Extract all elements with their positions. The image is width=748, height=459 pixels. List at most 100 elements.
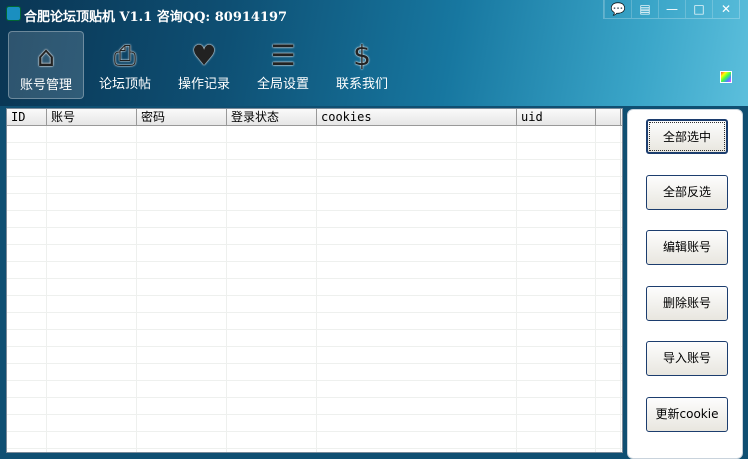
column-header[interactable]: uid <box>517 109 596 125</box>
table-cell <box>47 177 137 193</box>
nav-item-1[interactable]: ⎙ 论坛顶帖 <box>87 31 163 99</box>
table-cell <box>596 194 621 210</box>
nav-item-3[interactable]: ☰ 全局设置 <box>245 31 321 99</box>
table-cell <box>137 228 227 244</box>
table-cell <box>7 143 47 159</box>
table-cell <box>317 381 517 397</box>
menu-icon[interactable]: ▤ <box>631 0 658 18</box>
nav-label: 账号管理 <box>19 78 72 93</box>
table-cell <box>317 415 517 431</box>
close-button[interactable]: ✕ <box>712 0 739 18</box>
table-cell <box>7 347 47 363</box>
table-cell <box>227 160 317 176</box>
table-cell <box>137 160 227 176</box>
table-cell <box>47 279 137 295</box>
table-cell <box>7 398 47 414</box>
maximize-button[interactable]: □ <box>685 0 712 18</box>
table-cell <box>596 126 621 142</box>
table-cell <box>317 126 517 142</box>
feedback-icon[interactable]: 💬 <box>604 0 631 18</box>
table-cell <box>7 313 47 329</box>
table-row <box>7 143 622 160</box>
table-cell <box>7 126 47 142</box>
table-cell <box>137 296 227 312</box>
table-cell <box>517 143 596 159</box>
table-cell <box>227 211 317 227</box>
table-row <box>7 194 622 211</box>
table-cell <box>7 432 47 448</box>
nav-item-4[interactable]: $ 联系我们 <box>324 31 400 99</box>
action-button-5[interactable]: 更新cookie <box>646 396 728 432</box>
table-cell <box>227 194 317 210</box>
app-icon <box>6 6 21 21</box>
table-cell <box>7 245 47 261</box>
table-row <box>7 177 622 194</box>
column-header[interactable]: 登录状态 <box>227 109 317 125</box>
table-cell <box>317 160 517 176</box>
table-cell <box>317 143 517 159</box>
table-cell <box>596 330 621 346</box>
table-row <box>7 126 622 143</box>
nav-item-2[interactable]: ♥ 操作记录 <box>166 31 242 99</box>
table-cell <box>596 262 621 278</box>
action-button-4[interactable]: 导入账号 <box>646 341 728 376</box>
table-cell <box>317 313 517 329</box>
table-cell <box>517 449 596 452</box>
table-cell <box>137 330 227 346</box>
table-cell <box>137 347 227 363</box>
table-row <box>7 330 622 347</box>
table-cell <box>596 296 621 312</box>
table-row <box>7 296 622 313</box>
table-cell <box>517 398 596 414</box>
table-cell <box>517 432 596 448</box>
table-cell <box>317 211 517 227</box>
table-cell <box>137 245 227 261</box>
table-cell <box>47 126 137 142</box>
table-cell <box>517 381 596 397</box>
table-cell <box>596 177 621 193</box>
action-button-0[interactable]: 全部选中 <box>646 119 728 154</box>
table-cell <box>7 194 47 210</box>
table-cell <box>7 449 47 452</box>
table-row <box>7 347 622 364</box>
table-cell <box>317 279 517 295</box>
accounts-table[interactable]: ID 账号 密码 登录状态 cookies uid <box>6 108 623 453</box>
coins-icon: ☰ <box>270 39 296 72</box>
table-cell <box>317 398 517 414</box>
table-row <box>7 262 622 279</box>
table-cell <box>227 313 317 329</box>
action-button-2[interactable]: 编辑账号 <box>646 230 728 265</box>
table-cell <box>517 194 596 210</box>
table-cell <box>227 347 317 363</box>
table-cell <box>227 126 317 142</box>
table-cell <box>517 245 596 261</box>
column-header[interactable] <box>596 109 621 125</box>
table-cell <box>317 228 517 244</box>
table-cell <box>137 415 227 431</box>
action-button-3[interactable]: 删除账号 <box>646 285 728 321</box>
table-cell <box>227 228 317 244</box>
table-cell <box>227 432 317 448</box>
column-header[interactable]: 账号 <box>47 109 137 125</box>
table-cell <box>47 449 137 452</box>
table-cell <box>7 177 47 193</box>
column-header[interactable]: cookies <box>317 109 517 125</box>
nav-item-0[interactable]: ⌂ 账号管理 <box>8 31 84 99</box>
table-cell <box>317 330 517 346</box>
table-cell <box>596 432 621 448</box>
action-button-1[interactable]: 全部反选 <box>646 174 728 210</box>
minimize-button[interactable]: — <box>658 0 685 18</box>
table-cell <box>137 126 227 142</box>
table-row <box>7 449 622 452</box>
table-cell <box>517 177 596 193</box>
table-cell <box>7 228 47 244</box>
table-cell <box>47 381 137 397</box>
column-header[interactable]: 密码 <box>137 109 227 125</box>
table-cell <box>7 211 47 227</box>
table-cell <box>7 330 47 346</box>
table-cell <box>517 160 596 176</box>
column-header[interactable]: ID <box>7 109 47 125</box>
table-cell <box>317 262 517 278</box>
table-cell <box>7 296 47 312</box>
skin-icon[interactable] <box>720 71 732 83</box>
